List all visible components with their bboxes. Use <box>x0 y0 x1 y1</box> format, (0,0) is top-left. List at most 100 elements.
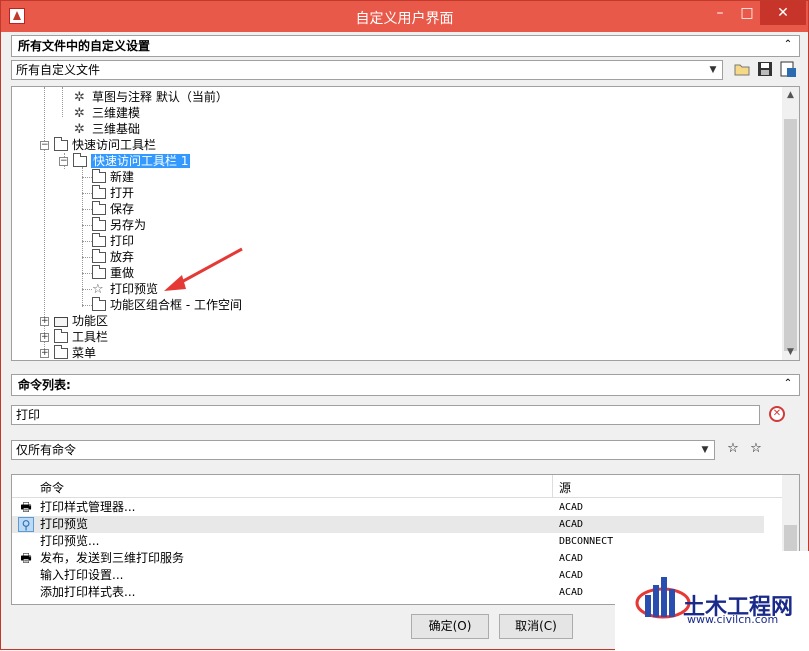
tree-item-label: 快速访问工具栏 <box>72 138 157 152</box>
maximize-button[interactable]: □ <box>734 1 760 25</box>
tree-item-workspace-default[interactable]: ✲ 草图与注释 默认（当前） <box>74 89 228 105</box>
open-folder-icon[interactable] <box>733 60 751 78</box>
command-name: 打印样式管理器... <box>40 500 136 514</box>
customizations-panel-header[interactable]: 所有文件中的自定义设置 ⌃ <box>11 35 800 57</box>
tree-item-workspace-3d-modeling[interactable]: ✲ 三维建模 <box>74 105 140 121</box>
command-row[interactable]: 打印预览... DBCONNECT <box>12 533 764 550</box>
customization-file-select[interactable]: 所有自定义文件 ▼ <box>11 60 723 80</box>
command-icon <box>92 249 106 263</box>
preview-icon: ⚲ <box>18 517 34 532</box>
folder-icon <box>54 316 68 327</box>
title-bar[interactable]: 自定义用户界面 – □ ✕ <box>1 1 808 32</box>
customizations-header-label: 所有文件中的自定义设置 <box>18 39 151 53</box>
collapse-icon[interactable]: ⌃ <box>781 378 795 392</box>
tree-item-label: 新建 <box>110 170 135 184</box>
cancel-button[interactable]: 取消(C) <box>499 614 573 639</box>
tree-item-label: 放弃 <box>110 250 135 264</box>
tree-item-label: 保存 <box>110 202 135 216</box>
close-button[interactable]: ✕ <box>760 1 806 25</box>
command-name: 发布，发送到三维打印服务 <box>40 551 185 565</box>
tree-item-quick-access-toolbars[interactable]: 快速访问工具栏 <box>54 137 156 153</box>
tree-item-plot[interactable]: 打印 <box>92 233 134 249</box>
watermark-url: www.civilcn.com <box>687 613 779 626</box>
tree-item-quick-access-toolbar-1[interactable]: 快速访问工具栏 1 <box>73 153 191 169</box>
clear-search-icon[interactable]: ✕ <box>769 406 785 422</box>
command-source: ACAD <box>559 553 584 564</box>
create-command-icon[interactable]: ☆ <box>747 440 765 458</box>
3d-print-icon: 🖶 <box>20 551 32 565</box>
command-name: 打印预览... <box>40 534 100 548</box>
scroll-up-icon[interactable]: ▲ <box>782 87 799 103</box>
star-icon: ☆ <box>92 281 104 297</box>
tree-item-label: 打开 <box>110 186 135 200</box>
tree-item-workspace-combo[interactable]: 功能区组合框 - 工作空间 <box>92 297 242 313</box>
command-icon <box>92 265 106 279</box>
tree-item-label: 另存为 <box>110 218 147 232</box>
save-as-icon[interactable] <box>779 60 797 78</box>
customization-file-value: 所有自定义文件 <box>16 63 101 77</box>
command-row[interactable]: 🖶 打印样式管理器... ACAD <box>12 499 764 516</box>
annotation-arrow <box>164 247 243 291</box>
command-name: 打印预览 <box>40 517 89 531</box>
gear-icon: ✲ <box>74 105 85 121</box>
customization-tree[interactable]: ✲ 草图与注释 默认（当前） ✲ 三维建模 ✲ 三维基础 − 快速访问工具栏 − 快速… <box>11 86 800 361</box>
toolbar-icon <box>54 329 68 343</box>
minimize-button[interactable]: – <box>707 1 733 25</box>
tree-item-ribbon[interactable]: 功能区 <box>54 313 108 329</box>
tree-item-open[interactable]: 打开 <box>92 185 134 201</box>
tree-item-plot-preview[interactable]: ☆ 打印预览 <box>92 281 158 297</box>
tree-item-label: 草图与注释 默认（当前） <box>92 90 228 104</box>
command-filter-value: 仅所有命令 <box>16 443 77 457</box>
tree-item-new[interactable]: 新建 <box>92 169 134 185</box>
tree-item-undo[interactable]: 放弃 <box>92 249 134 265</box>
column-header-source[interactable]: 源 <box>559 479 571 496</box>
command-search-value: 打印 <box>16 408 41 422</box>
command-row[interactable]: ⚲ 打印预览 ACAD <box>12 516 764 533</box>
tree-scrollbar[interactable]: ▲ ▼ <box>782 87 799 360</box>
command-source: DBCONNECT <box>559 536 614 547</box>
command-list-header-label: 命令列表: <box>18 378 71 392</box>
scroll-down-icon[interactable]: ▼ <box>782 344 799 360</box>
chevron-down-icon[interactable]: ▼ <box>697 442 713 458</box>
tree-item-save[interactable]: 保存 <box>92 201 134 217</box>
tree-item-menus[interactable]: 菜单 <box>54 345 97 360</box>
collapse-icon[interactable]: ⌃ <box>781 39 795 53</box>
command-source: ACAD <box>559 519 584 530</box>
tree-item-label: 打印预览 <box>110 282 159 296</box>
tree-item-save-as[interactable]: 另存为 <box>92 217 146 233</box>
tree-item-redo[interactable]: 重做 <box>92 265 134 281</box>
tree-item-label: 三维建模 <box>92 106 141 120</box>
command-icon <box>92 217 106 231</box>
command-source: ACAD <box>559 587 584 598</box>
command-list-header[interactable]: 命令列表: ⌃ <box>11 374 800 396</box>
tree-item-label: 打印 <box>110 234 135 248</box>
save-icon[interactable] <box>756 60 774 78</box>
scrollbar-thumb[interactable] <box>784 119 797 351</box>
find-command-icon[interactable]: ☆ <box>724 440 742 458</box>
expand-node-icon[interactable]: + <box>40 349 49 358</box>
tree-item-toolbars[interactable]: 工具栏 <box>54 329 108 345</box>
column-header-command[interactable]: 命令 <box>40 479 64 496</box>
ok-button[interactable]: 确定(O) <box>411 614 489 639</box>
command-search-input[interactable]: 打印 <box>11 405 760 425</box>
chevron-down-icon[interactable]: ▼ <box>705 62 721 78</box>
command-icon <box>92 169 106 183</box>
command-source: ACAD <box>559 502 584 513</box>
command-icon <box>92 233 106 247</box>
expand-node-icon[interactable]: + <box>40 333 49 342</box>
tree-item-label: 功能区 <box>72 314 109 328</box>
gear-icon: ✲ <box>74 89 85 105</box>
tree-item-label: 功能区组合框 - 工作空间 <box>110 298 242 312</box>
tree-item-label: 重做 <box>110 266 135 280</box>
command-name: 输入打印设置... <box>40 568 124 582</box>
tree-item-workspace-3d-basics[interactable]: ✲ 三维基础 <box>74 121 140 137</box>
gear-icon: ✲ <box>74 121 85 137</box>
tree-item-label: 菜单 <box>72 346 97 360</box>
expand-node-icon[interactable]: + <box>40 317 49 326</box>
tree-item-label: 三维基础 <box>92 122 141 136</box>
toolbar-icon <box>54 137 68 151</box>
collapse-node-icon[interactable]: − <box>59 157 68 166</box>
collapse-node-icon[interactable]: − <box>40 141 49 150</box>
command-filter-select[interactable]: 仅所有命令 ▼ <box>11 440 715 460</box>
plot-style-icon: 🖶 <box>20 500 32 514</box>
